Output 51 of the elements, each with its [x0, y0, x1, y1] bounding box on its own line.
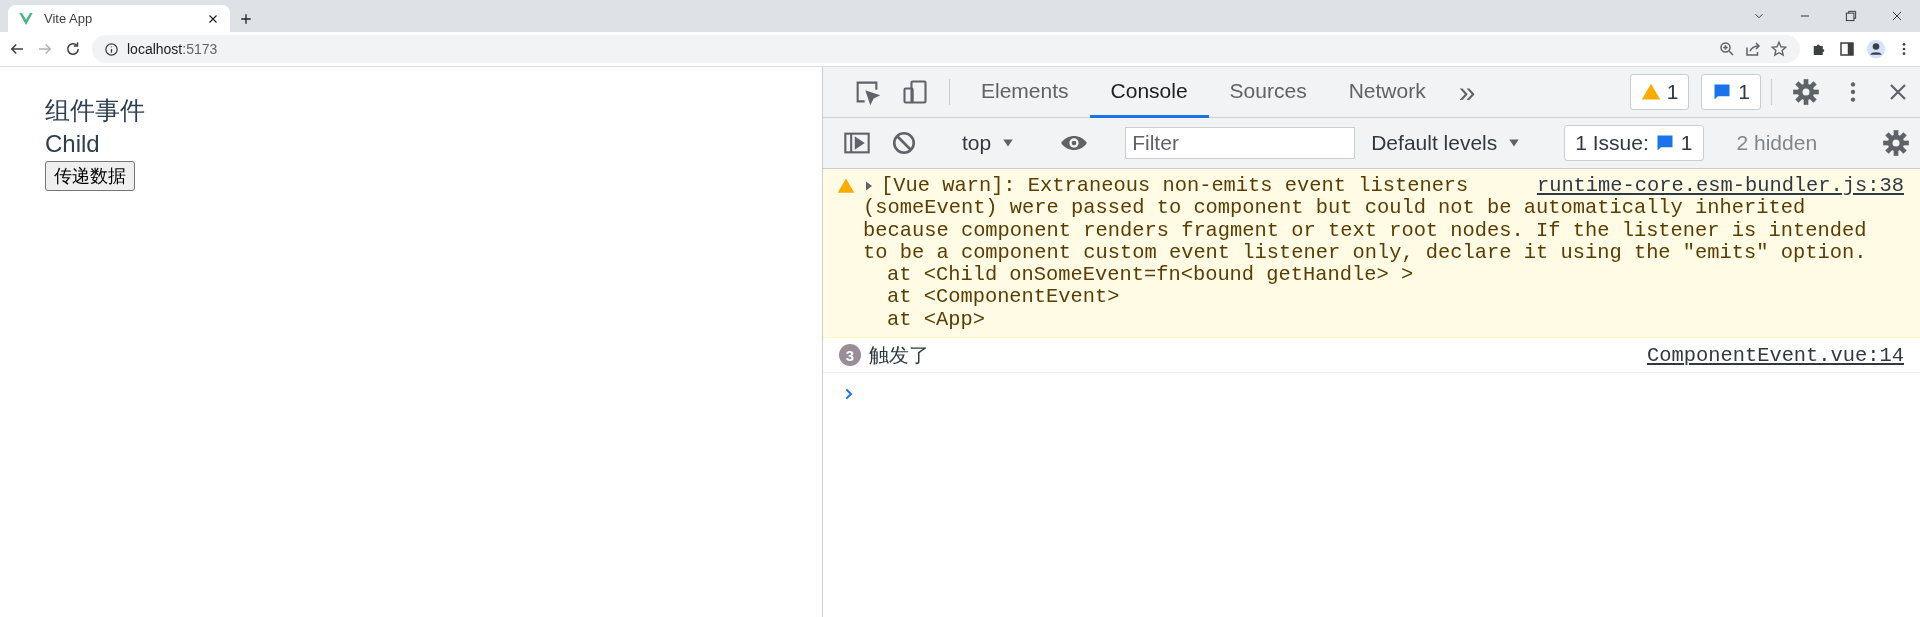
- warning-icon: [1640, 82, 1661, 102]
- message-icon: [1654, 133, 1675, 153]
- star-icon: [1770, 40, 1788, 58]
- stack-trace-line: at <ComponentEvent>: [886, 286, 1121, 309]
- stack-trace-line: at <App>: [886, 308, 986, 332]
- device-icon[interactable]: [901, 78, 929, 106]
- issues-button[interactable]: 1 Issue: 1: [1564, 125, 1704, 161]
- devtools-tab[interactable]: Network: [1327, 67, 1447, 118]
- vue-logo-icon: [18, 10, 34, 27]
- side-panel-icon[interactable]: [1838, 40, 1856, 58]
- message-icon: [1712, 82, 1733, 102]
- tab-title: Vite App: [44, 11, 94, 26]
- warning-icon: [837, 177, 855, 195]
- message-text: because component renders fragment or text root nodes. If the listener is intended: [863, 219, 1868, 242]
- settings-icon[interactable]: [1792, 78, 1820, 106]
- reload-icon[interactable]: [64, 40, 82, 58]
- close-icon: [1890, 9, 1904, 23]
- address-bar[interactable]: localhost:5173: [92, 35, 1800, 63]
- message-text: 触发了: [869, 342, 929, 368]
- hidden-count: 2 hidden: [1735, 131, 1819, 155]
- context-selector[interactable]: top: [948, 131, 1030, 155]
- devtools-tab[interactable]: Elements: [960, 67, 1090, 118]
- message-count-badge[interactable]: 1: [1701, 74, 1761, 110]
- share-icon: [1744, 40, 1762, 58]
- issues-count: 1: [1680, 131, 1693, 155]
- restore-icon: [1844, 9, 1858, 23]
- devtools-tab[interactable]: Sources: [1208, 67, 1328, 118]
- url-text: localhost:5173: [127, 41, 218, 57]
- message-text: (someEvent) were passed to component but could not be automatically inherited: [863, 197, 1807, 220]
- message-text: [Vue warn]: Extraneous non-emits event listeners: [881, 175, 1469, 198]
- log-levels-dropdown[interactable]: Default levels: [1361, 131, 1532, 155]
- browser-tab[interactable]: Vite App: [8, 5, 230, 32]
- warning-count: 1: [1666, 80, 1679, 104]
- send-data-button[interactable]: 传递数据: [45, 161, 135, 191]
- page-heading: 组件事件: [45, 95, 146, 126]
- source-link[interactable]: ComponentEvent.vue:14: [1647, 343, 1904, 367]
- clear-icon[interactable]: [891, 130, 917, 156]
- repeat-count: 3: [839, 344, 861, 367]
- more-tabs-button[interactable]: »: [1446, 67, 1488, 117]
- warning-count-badge[interactable]: 1: [1629, 74, 1690, 110]
- zoom-icon: [1718, 40, 1736, 58]
- message-count: 1: [1738, 80, 1750, 104]
- child-label: Child: [45, 129, 101, 159]
- stack-trace-line: at <Child onSomeEvent=fn<bound getHandle> >: [886, 264, 1415, 287]
- issues-label: 1 Issue:: [1575, 131, 1649, 155]
- info-icon: [104, 41, 119, 57]
- message-text: to be a component custom event listener only, declare it using the "emits" option.: [863, 241, 1868, 265]
- filter-field[interactable]: Filter: [1125, 127, 1356, 159]
- source-link[interactable]: runtime-core.esm-bundler.js:38: [1536, 175, 1904, 198]
- avatar-icon[interactable]: [1866, 39, 1886, 59]
- settings-icon[interactable]: [1882, 129, 1910, 157]
